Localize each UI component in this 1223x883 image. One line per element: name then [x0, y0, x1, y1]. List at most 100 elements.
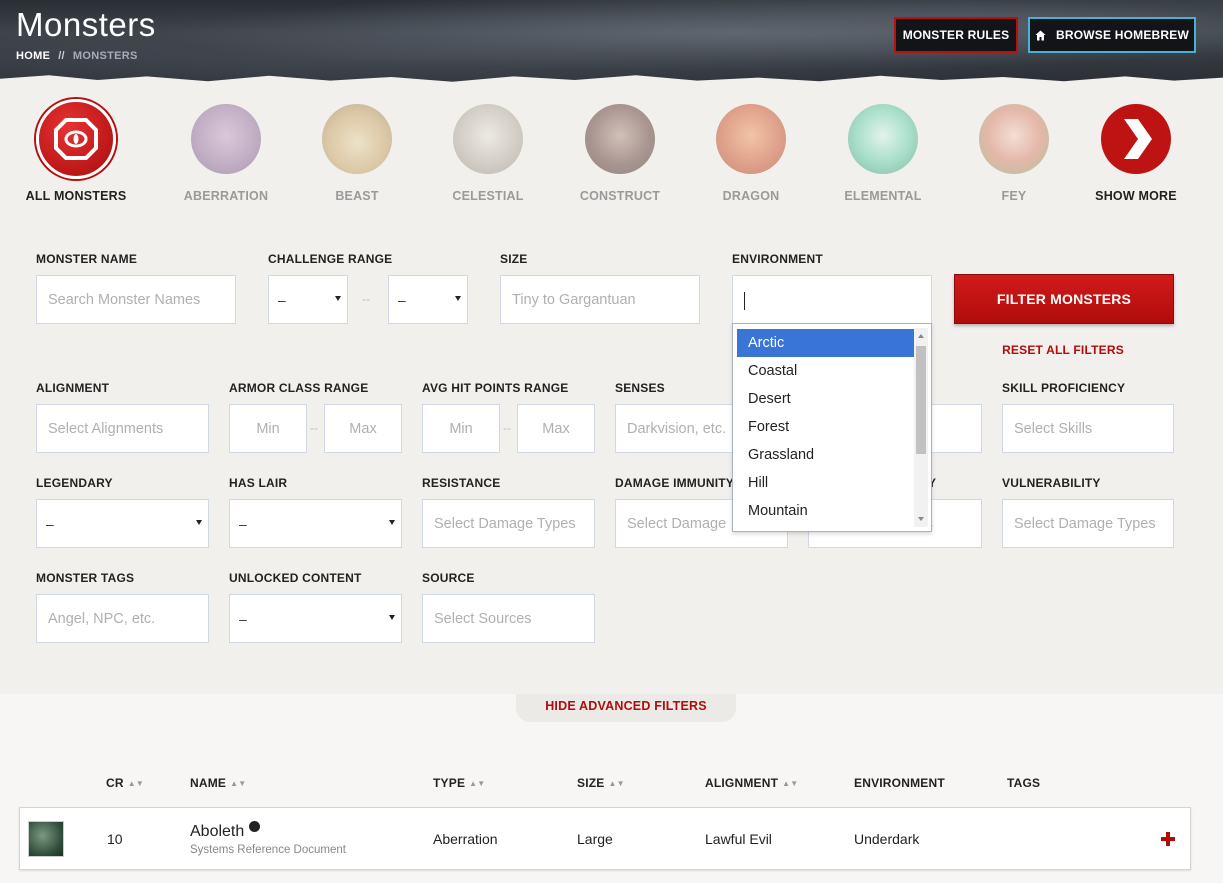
environment-option-arctic[interactable]: Arctic — [737, 329, 915, 357]
filter-monsters-button[interactable]: FILTER MONSTERS — [954, 274, 1174, 324]
source-input[interactable]: Select Sources — [422, 594, 595, 643]
table-row[interactable]: 10 Aboleth Systems Reference Document Ab… — [19, 807, 1191, 870]
environment-option-grassland[interactable]: Grassland — [737, 441, 915, 469]
alignment-placeholder: Select Alignments — [48, 420, 164, 437]
monster-tags-placeholder: Angel, NPC, etc. — [48, 610, 156, 627]
type-beast[interactable]: BEAST — [302, 104, 412, 203]
monster-rules-label: MONSTER RULES — [902, 28, 1010, 42]
armor-class-max-input[interactable]: Max — [324, 404, 402, 453]
size-input[interactable]: Tiny to Gargantuan — [500, 275, 700, 324]
unlocked-content-select[interactable]: – — [229, 594, 402, 643]
type-label-all-monsters: ALL MONSTERS — [25, 189, 127, 203]
has-lair-select[interactable]: – — [229, 499, 402, 548]
type-label-fey: FEY — [1001, 189, 1027, 203]
text-cursor — [744, 292, 745, 310]
type-label-beast: BEAST — [335, 189, 379, 203]
has-lair-label: HAS LAIR — [229, 476, 288, 490]
browse-homebrew-button[interactable]: BROWSE HOMEBREW — [1028, 17, 1196, 53]
fey-icon — [979, 104, 1049, 174]
sort-icon: ▲▼ — [127, 779, 144, 788]
skill-proficiency-label: SKILL PROFICIENCY — [1002, 381, 1126, 395]
type-elemental[interactable]: ELEMENTAL — [828, 104, 938, 203]
scrollbar-thumb[interactable] — [916, 346, 926, 454]
home-icon — [1035, 30, 1046, 41]
environment-option-forest[interactable]: Forest — [737, 413, 915, 441]
page-title: Monsters — [16, 6, 156, 43]
monster-name[interactable]: Aboleth — [190, 821, 261, 841]
sort-icon: ▲▼ — [230, 779, 247, 788]
has-lair-value: – — [239, 515, 247, 532]
vulnerability-input[interactable]: Select Damage Types — [1002, 499, 1174, 548]
resistance-input[interactable]: Select Damage Types — [422, 499, 595, 548]
breadcrumb-home-link[interactable]: HOME — [16, 50, 50, 62]
skill-proficiency-input[interactable]: Select Skills — [1002, 404, 1174, 453]
filter-monsters-label: FILTER MONSTERS — [996, 291, 1132, 307]
column-cr-label: CR — [106, 776, 124, 790]
monster-thumbnail — [28, 821, 64, 857]
column-header-alignment[interactable]: ALIGNMENT ▲▼ — [705, 776, 798, 790]
type-construct[interactable]: CONSTRUCT — [565, 104, 675, 203]
monster-rules-button[interactable]: MONSTER RULES — [894, 17, 1018, 53]
scroll-up-icon[interactable] — [918, 334, 924, 338]
legendary-label: LEGENDARY — [36, 476, 113, 490]
caret-down-icon — [455, 296, 461, 301]
challenge-max-select[interactable]: – — [388, 275, 468, 324]
challenge-min-value: – — [278, 291, 286, 308]
type-fey[interactable]: FEY — [959, 104, 1069, 203]
type-dragon[interactable]: DRAGON — [696, 104, 806, 203]
source-badge-icon — [249, 821, 261, 832]
hit-points-min-input[interactable]: Min — [422, 404, 500, 453]
source-label: SOURCE — [422, 571, 475, 585]
environment-option-desert[interactable]: Desert — [737, 385, 915, 413]
legendary-value: – — [46, 515, 54, 532]
column-header-type[interactable]: TYPE ▲▼ — [433, 776, 485, 790]
column-header-cr[interactable]: CR ▲▼ — [106, 776, 144, 790]
damage-immunity-placeholder: Select Damage — [627, 515, 727, 532]
celestial-icon — [453, 104, 523, 174]
monster-environment: Underdark — [854, 831, 920, 847]
column-header-name[interactable]: NAME ▲▼ — [190, 776, 246, 790]
beast-icon — [322, 104, 392, 174]
hit-points-max-input[interactable]: Max — [517, 404, 595, 453]
resistance-label: RESISTANCE — [422, 476, 501, 490]
environment-input[interactable] — [732, 275, 932, 324]
resistance-placeholder: Select Damage Types — [434, 515, 576, 532]
scroll-down-icon[interactable] — [918, 517, 924, 521]
column-name-label: NAME — [190, 776, 227, 790]
vulnerability-placeholder: Select Damage Types — [1014, 515, 1156, 532]
caret-down-icon — [335, 296, 341, 301]
column-header-tags: TAGS — [1007, 776, 1041, 790]
type-all-monsters[interactable]: ALL MONSTERS — [21, 99, 131, 203]
vulnerability-label: VULNERABILITY — [1002, 476, 1101, 490]
reset-all-filters-link[interactable]: RESET ALL FILTERS — [954, 343, 1172, 357]
environment-option-hill[interactable]: Hill — [737, 469, 915, 497]
dropdown-scrollbar[interactable] — [914, 328, 928, 527]
challenge-min-select[interactable]: – — [268, 275, 348, 324]
type-celestial[interactable]: CELESTIAL — [433, 104, 543, 203]
environment-option-mountain[interactable]: Mountain — [737, 497, 915, 525]
hide-advanced-filters-toggle[interactable]: HIDE ADVANCED FILTERS — [516, 694, 736, 722]
alignment-input[interactable]: Select Alignments — [36, 404, 209, 453]
column-header-size[interactable]: SIZE ▲▼ — [577, 776, 625, 790]
environment-option-coastal[interactable]: Coastal — [737, 357, 915, 385]
monster-tags-input[interactable]: Angel, NPC, etc. — [36, 594, 209, 643]
monster-name-input[interactable]: Search Monster Names — [36, 275, 236, 324]
monster-type: Aberration — [433, 831, 498, 847]
environment-label: ENVIRONMENT — [732, 252, 823, 266]
legendary-select[interactable]: – — [36, 499, 209, 548]
unlocked-content-value: – — [239, 610, 247, 627]
sort-icon: ▲▼ — [469, 779, 486, 788]
armor-class-label: ARMOR CLASS RANGE — [229, 381, 369, 395]
source-placeholder: Select Sources — [434, 610, 532, 627]
breadcrumb: HOME // MONSTERS — [16, 50, 138, 62]
armor-class-min-placeholder: Min — [256, 420, 280, 437]
challenge-range-separator: -- — [362, 292, 370, 306]
armor-class-min-input[interactable]: Min — [229, 404, 307, 453]
type-label-show-more: SHOW MORE — [1095, 189, 1177, 203]
expand-plus-icon[interactable] — [1161, 832, 1175, 846]
unlocked-content-label: UNLOCKED CONTENT — [229, 571, 362, 585]
type-show-more[interactable]: SHOW MORE — [1081, 104, 1191, 203]
type-label-celestial: CELESTIAL — [452, 189, 524, 203]
type-aberration[interactable]: ABERRATION — [171, 104, 281, 203]
dragon-icon — [716, 104, 786, 174]
